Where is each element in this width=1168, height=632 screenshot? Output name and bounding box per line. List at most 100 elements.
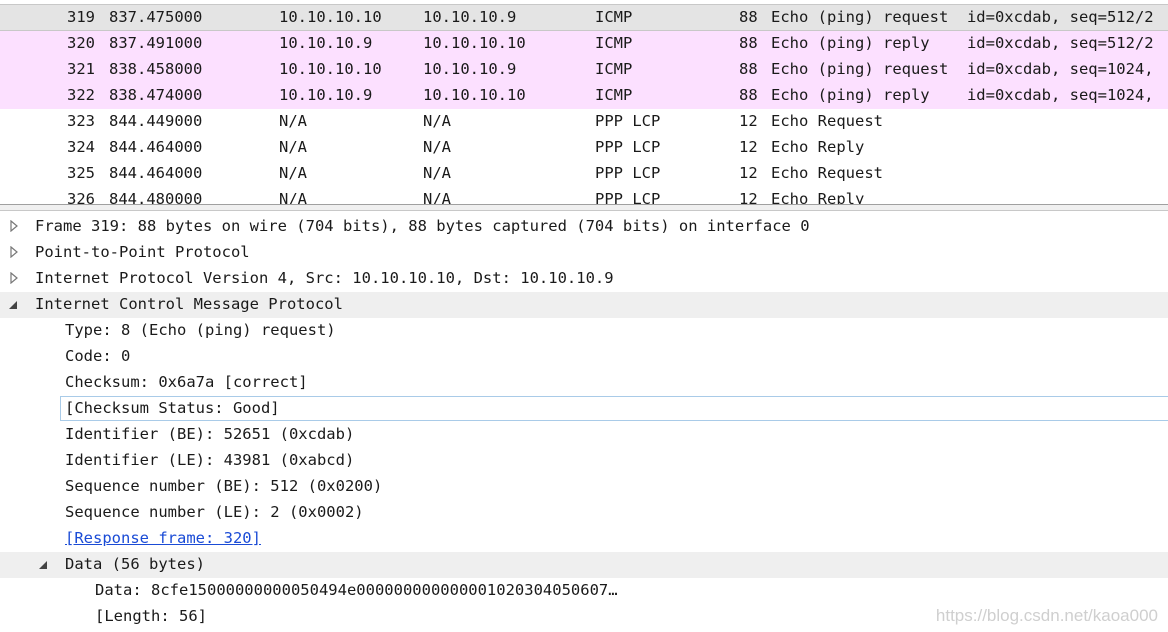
packet-info: Echo Request: [771, 112, 883, 130]
packet-no: 319: [67, 8, 95, 26]
packet-details-tree[interactable]: Frame 319: 88 bytes on wire (704 bits), …: [0, 212, 1168, 632]
packet-row[interactable]: 326 844.480000 N/A N/A PPP LCP 12 Echo R…: [0, 187, 1168, 205]
packet-no: 320: [67, 34, 95, 52]
packet-time: 837.475000: [109, 8, 203, 26]
tree-item-frame[interactable]: Frame 319: 88 bytes on wire (704 bits), …: [0, 214, 1168, 240]
tree-item-ipv4[interactable]: Internet Protocol Version 4, Src: 10.10.…: [0, 266, 1168, 292]
collapse-arrow-icon[interactable]: [8, 299, 18, 311]
expand-arrow-icon[interactable]: [9, 246, 19, 258]
packet-length: 12: [739, 138, 758, 156]
packet-info: Echo (ping) reply id=0xcdab, seq=512/2: [771, 34, 1154, 52]
packet-no: 324: [67, 138, 95, 156]
packet-info: Echo Reply: [771, 138, 865, 156]
tree-item-label: Data: 8cfe15000000000050494e000000000000…: [95, 581, 618, 599]
packet-no: 321: [67, 60, 95, 78]
packet-length: 12: [739, 112, 758, 130]
tree-item-label: Sequence number (LE): 2 (0x0002): [65, 503, 364, 521]
packet-info: Echo Request: [771, 164, 883, 182]
packet-protocol: PPP LCP: [595, 112, 661, 130]
packet-protocol: ICMP: [595, 8, 633, 26]
packet-row[interactable]: 325 844.464000 N/A N/A PPP LCP 12 Echo R…: [0, 161, 1168, 187]
packet-no: 326: [67, 190, 95, 205]
tree-item-icmp-seq-be[interactable]: Sequence number (BE): 512 (0x0200): [0, 474, 1168, 500]
tree-item-icmp[interactable]: Internet Control Message Protocol: [0, 292, 1168, 318]
tree-item-data[interactable]: Data (56 bytes): [0, 552, 1168, 578]
packet-info: Echo Reply: [771, 190, 865, 205]
packet-dest: N/A: [423, 190, 451, 205]
tree-item-icmp-type[interactable]: Type: 8 (Echo (ping) request): [0, 318, 1168, 344]
packet-dest: N/A: [423, 112, 451, 130]
tree-item-icmp-identifier-be[interactable]: Identifier (BE): 52651 (0xcdab): [0, 422, 1168, 448]
tree-item-label: Frame 319: 88 bytes on wire (704 bits), …: [35, 217, 810, 235]
packet-no: 325: [67, 164, 95, 182]
packet-source: N/A: [279, 164, 307, 182]
collapse-arrow-icon[interactable]: [38, 559, 48, 571]
packet-time: 844.449000: [109, 112, 203, 130]
response-frame-link[interactable]: [Response frame: 320]: [65, 529, 261, 547]
packet-no: 322: [67, 86, 95, 104]
packet-info: Echo (ping) request id=0xcdab, seq=512/2: [771, 8, 1154, 26]
packet-dest: N/A: [423, 164, 451, 182]
expand-arrow-icon[interactable]: [9, 272, 19, 284]
packet-protocol: PPP LCP: [595, 190, 661, 205]
packet-row[interactable]: 322 838.474000 10.10.10.9 10.10.10.10 IC…: [0, 83, 1168, 109]
packet-time: 844.464000: [109, 138, 203, 156]
packet-dest: 10.10.10.9: [423, 60, 517, 78]
packet-info: Echo (ping) reply id=0xcdab, seq=1024,: [771, 86, 1154, 104]
packet-dest: N/A: [423, 138, 451, 156]
tree-item-label: [Checksum Status: Good]: [65, 399, 280, 417]
packet-length: 88: [739, 60, 758, 78]
packet-row[interactable]: 320 837.491000 10.10.10.9 10.10.10.10 IC…: [0, 31, 1168, 57]
tree-item-label: Internet Protocol Version 4, Src: 10.10.…: [35, 269, 614, 287]
packet-dest: 10.10.10.10: [423, 34, 526, 52]
tree-item-icmp-checksum-status[interactable]: [Checksum Status: Good]: [0, 396, 1168, 422]
packet-source: 10.10.10.9: [279, 34, 373, 52]
wireshark-window: 319 837.475000 10.10.10.10 10.10.10.9 IC…: [0, 0, 1168, 632]
packet-protocol: ICMP: [595, 34, 633, 52]
tree-item-ppp[interactable]: Point-to-Point Protocol: [0, 240, 1168, 266]
tree-item-data-hex[interactable]: Data: 8cfe15000000000050494e000000000000…: [0, 578, 1168, 604]
tree-item-label: [Length: 56]: [95, 607, 207, 625]
tree-item-label: Checksum: 0x6a7a [correct]: [65, 373, 308, 391]
pane-splitter[interactable]: [0, 204, 1168, 211]
tree-item-label: Type: 8 (Echo (ping) request): [65, 321, 336, 339]
tree-item-icmp-seq-le[interactable]: Sequence number (LE): 2 (0x0002): [0, 500, 1168, 526]
tree-item-label: Sequence number (BE): 512 (0x0200): [65, 477, 383, 495]
tree-item-response-frame[interactable]: [Response frame: 320]: [0, 526, 1168, 552]
packet-dest: 10.10.10.9: [423, 8, 517, 26]
packet-row[interactable]: 324 844.464000 N/A N/A PPP LCP 12 Echo R…: [0, 135, 1168, 161]
packet-length: 88: [739, 34, 758, 52]
packet-source: N/A: [279, 190, 307, 205]
expand-arrow-icon[interactable]: [9, 220, 19, 232]
packet-time: 838.474000: [109, 86, 203, 104]
watermark: https://blog.csdn.net/kaoa000: [935, 606, 1158, 625]
packet-protocol: PPP LCP: [595, 138, 661, 156]
packet-length: 88: [739, 86, 758, 104]
packet-length: 88: [739, 8, 758, 26]
packet-source: 10.10.10.9: [279, 86, 373, 104]
tree-item-icmp-identifier-le[interactable]: Identifier (LE): 43981 (0xabcd): [0, 448, 1168, 474]
packet-length: 12: [739, 164, 758, 182]
packet-no: 323: [67, 112, 95, 130]
packet-protocol: ICMP: [595, 86, 633, 104]
packet-protocol: PPP LCP: [595, 164, 661, 182]
packet-length: 12: [739, 190, 758, 205]
packet-row[interactable]: 321 838.458000 10.10.10.10 10.10.10.9 IC…: [0, 57, 1168, 83]
packet-source: 10.10.10.10: [279, 60, 382, 78]
packet-time: 844.464000: [109, 164, 203, 182]
tree-item-icmp-checksum[interactable]: Checksum: 0x6a7a [correct]: [0, 370, 1168, 396]
packet-info: Echo (ping) request id=0xcdab, seq=1024,: [771, 60, 1154, 78]
tree-item-label: Data (56 bytes): [65, 555, 205, 573]
tree-item-label: Internet Control Message Protocol: [35, 295, 343, 313]
packet-source: 10.10.10.10: [279, 8, 382, 26]
packet-row[interactable]: 323 844.449000 N/A N/A PPP LCP 12 Echo R…: [0, 109, 1168, 135]
packet-time: 838.458000: [109, 60, 203, 78]
packet-time: 837.491000: [109, 34, 203, 52]
packet-row[interactable]: 319 837.475000 10.10.10.10 10.10.10.9 IC…: [0, 5, 1168, 31]
packet-time: 844.480000: [109, 190, 203, 205]
tree-item-label: Identifier (BE): 52651 (0xcdab): [65, 425, 355, 443]
tree-item-label: Point-to-Point Protocol: [35, 243, 250, 261]
tree-item-icmp-code[interactable]: Code: 0: [0, 344, 1168, 370]
packet-list[interactable]: 319 837.475000 10.10.10.10 10.10.10.9 IC…: [0, 4, 1168, 205]
packet-source: N/A: [279, 112, 307, 130]
